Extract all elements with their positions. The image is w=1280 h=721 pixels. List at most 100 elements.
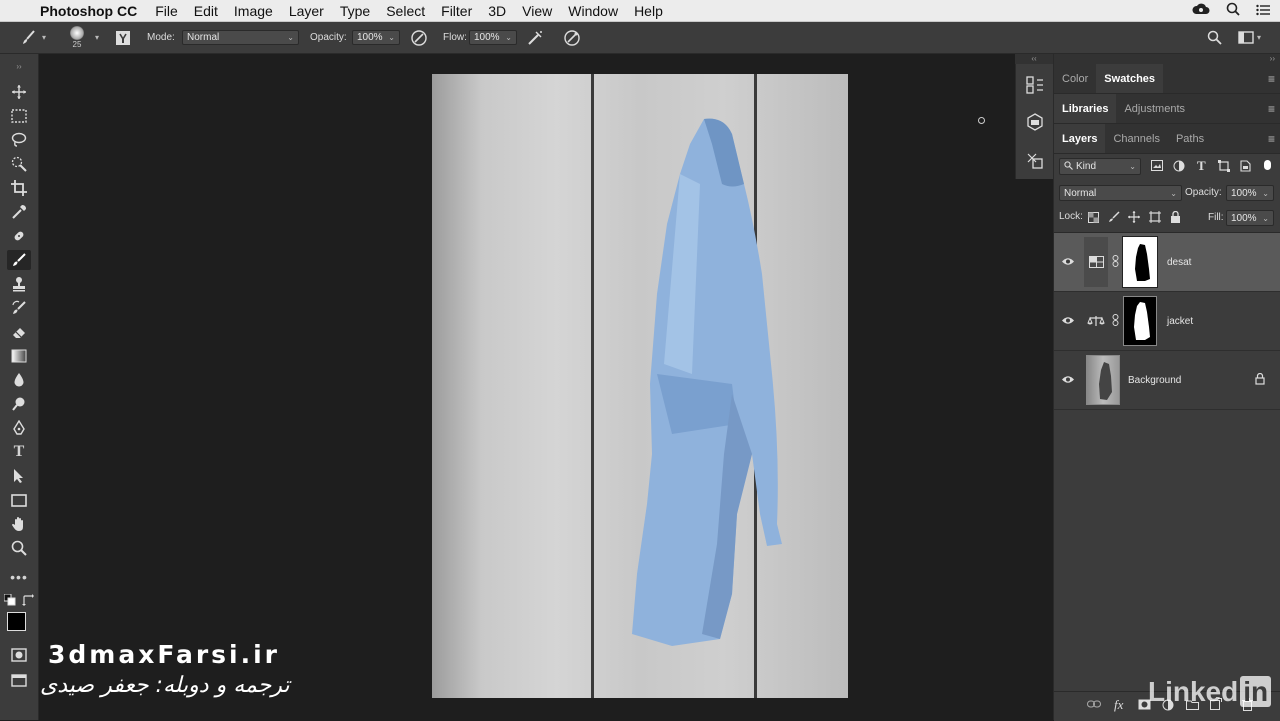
layer-style-icon[interactable]: fx xyxy=(1114,697,1123,713)
hand-tool-icon[interactable] xyxy=(7,514,31,534)
filter-shape-layers-icon[interactable] xyxy=(1218,160,1230,175)
visibility-eye-icon[interactable] xyxy=(1054,255,1082,269)
tab-paths[interactable]: Paths xyxy=(1168,124,1212,153)
layer-opacity-field[interactable]: 100% ⌄ xyxy=(1226,185,1274,201)
menu-filter[interactable]: Filter xyxy=(441,3,472,19)
crop-tool-icon[interactable] xyxy=(7,178,31,198)
menu-select[interactable]: Select xyxy=(386,3,425,19)
menu-type[interactable]: Type xyxy=(340,3,370,19)
filter-smart-objects-icon[interactable] xyxy=(1240,160,1251,175)
menu-layer[interactable]: Layer xyxy=(289,3,324,19)
brush-panel-toggle-icon[interactable] xyxy=(115,22,131,53)
lock-artboard-icon[interactable] xyxy=(1149,211,1161,226)
spotlight-search-icon[interactable] xyxy=(1226,2,1240,19)
workspace-switcher-icon[interactable]: ▾ xyxy=(1238,22,1261,53)
pressure-size-icon[interactable] xyxy=(563,22,581,53)
flow-field[interactable]: 100% ⌄ xyxy=(469,22,517,53)
layer-filter-dropdown[interactable]: Kind ⌄ xyxy=(1059,158,1141,175)
fill-field[interactable]: 100% ⌄ xyxy=(1226,210,1274,226)
visibility-eye-icon[interactable] xyxy=(1054,373,1082,387)
eyedropper-tool-icon[interactable] xyxy=(7,202,31,222)
panel-menu-icon[interactable]: ≡ xyxy=(1268,72,1275,86)
mode-dropdown[interactable]: Normal ⌄ xyxy=(182,22,299,53)
layer-thumbnail[interactable] xyxy=(1086,355,1120,405)
rectangle-tool-icon[interactable] xyxy=(7,490,31,510)
tab-layers[interactable]: Layers xyxy=(1054,124,1106,153)
brush-tool-preset-icon[interactable]: ▾ xyxy=(20,22,46,53)
creative-cloud-icon[interactable] xyxy=(1192,2,1210,19)
path-selection-tool-icon[interactable] xyxy=(7,466,31,486)
lock-transparent-pixels-icon[interactable] xyxy=(1088,212,1099,226)
airbrush-icon[interactable] xyxy=(526,22,544,53)
layer-name[interactable]: desat xyxy=(1167,257,1191,268)
layer-name[interactable]: jacket xyxy=(1167,316,1193,327)
search-icon[interactable] xyxy=(1207,22,1222,53)
blend-mode-dropdown[interactable]: Normal ⌄ xyxy=(1059,185,1182,201)
menu-view[interactable]: View xyxy=(522,3,552,19)
layer-name[interactable]: Background xyxy=(1128,375,1181,386)
pressure-opacity-icon[interactable] xyxy=(410,22,428,53)
chevron-down-icon[interactable]: ▾ xyxy=(95,22,99,53)
brush-preset-picker[interactable]: 25 xyxy=(70,22,84,53)
glyphs-panel-icon[interactable] xyxy=(1026,152,1044,175)
healing-brush-tool-icon[interactable] xyxy=(7,226,31,246)
lock-icon[interactable] xyxy=(1255,372,1265,388)
link-icon[interactable] xyxy=(1112,313,1119,329)
panel-menu-icon[interactable]: ≡ xyxy=(1268,132,1275,146)
lock-image-pixels-icon[interactable] xyxy=(1108,211,1120,226)
dodge-tool-icon[interactable] xyxy=(7,394,31,414)
type-tool-icon[interactable]: T xyxy=(7,442,31,462)
tab-adjustments[interactable]: Adjustments xyxy=(1116,94,1193,123)
lock-position-icon[interactable] xyxy=(1128,211,1140,226)
zoom-tool-icon[interactable] xyxy=(7,538,31,558)
blur-tool-icon[interactable] xyxy=(7,370,31,390)
default-colors-icon[interactable] xyxy=(4,594,16,606)
notification-center-icon[interactable] xyxy=(1256,3,1270,19)
menu-help[interactable]: Help xyxy=(634,3,663,19)
clone-stamp-tool-icon[interactable] xyxy=(7,274,31,294)
gradient-tool-icon[interactable] xyxy=(7,346,31,366)
more-tools-icon[interactable]: ••• xyxy=(7,567,31,587)
layer-mask-thumbnail[interactable] xyxy=(1123,237,1157,287)
brush-tool-icon[interactable] xyxy=(7,250,31,270)
layer-row-jacket[interactable]: jacket xyxy=(1054,292,1280,351)
layer-row-desat[interactable]: desat xyxy=(1054,233,1280,292)
quick-selection-tool-icon[interactable] xyxy=(7,154,31,174)
tab-channels[interactable]: Channels xyxy=(1105,124,1167,153)
lasso-tool-icon[interactable] xyxy=(7,130,31,150)
filter-adjustment-layers-icon[interactable] xyxy=(1173,160,1185,175)
link-icon[interactable] xyxy=(1112,255,1119,269)
move-tool-icon[interactable] xyxy=(7,82,31,102)
filter-type-layers-icon[interactable]: T xyxy=(1197,158,1206,174)
pen-tool-icon[interactable] xyxy=(7,418,31,438)
link-layers-icon[interactable] xyxy=(1087,699,1101,712)
tab-color[interactable]: Color xyxy=(1054,64,1096,93)
menu-window[interactable]: Window xyxy=(568,3,618,19)
filter-pixel-layers-icon[interactable] xyxy=(1151,160,1163,174)
document-image[interactable] xyxy=(432,74,848,698)
opacity-field[interactable]: 100% ⌄ xyxy=(352,22,400,53)
collapse-arrows-icon[interactable]: ›› xyxy=(1054,54,1280,64)
foreground-color-swatch[interactable] xyxy=(7,612,26,631)
menu-3d[interactable]: 3D xyxy=(488,3,506,19)
tab-libraries[interactable]: Libraries xyxy=(1054,94,1117,123)
layer-mask-thumbnail[interactable] xyxy=(1123,296,1157,346)
quick-mask-icon[interactable] xyxy=(7,645,31,665)
visibility-eye-icon[interactable] xyxy=(1054,314,1082,328)
menu-image[interactable]: Image xyxy=(234,3,273,19)
app-name[interactable]: Photoshop CC xyxy=(40,3,137,19)
properties-panel-icon[interactable] xyxy=(1026,113,1044,136)
menu-edit[interactable]: Edit xyxy=(194,3,218,19)
history-panel-icon[interactable] xyxy=(1026,76,1044,99)
lock-all-icon[interactable] xyxy=(1170,210,1181,226)
history-brush-tool-icon[interactable] xyxy=(7,298,31,318)
eraser-tool-icon[interactable] xyxy=(7,322,31,342)
panel-menu-icon[interactable]: ≡ xyxy=(1268,102,1275,116)
collapse-arrows-icon[interactable]: ›› xyxy=(7,56,31,76)
screen-mode-icon[interactable] xyxy=(7,670,31,690)
collapse-arrows-icon[interactable]: ‹‹ xyxy=(1015,54,1053,64)
filter-toggle-switch[interactable] xyxy=(1264,160,1271,170)
tab-swatches[interactable]: Swatches xyxy=(1096,64,1164,93)
marquee-tool-icon[interactable] xyxy=(7,106,31,126)
menu-file[interactable]: File xyxy=(155,3,178,19)
